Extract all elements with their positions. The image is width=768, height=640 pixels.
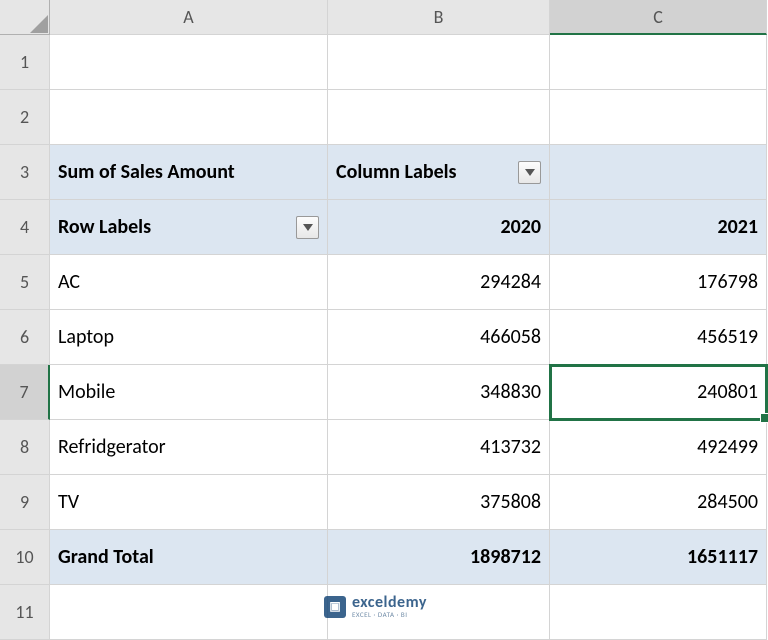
watermark-brand: exceldemy bbox=[352, 595, 427, 611]
cell-B7[interactable]: 348830 bbox=[328, 365, 550, 420]
chevron-down-icon bbox=[303, 224, 313, 231]
row-label-Mobile[interactable]: Mobile bbox=[50, 365, 328, 420]
row-header-10[interactable]: 10 bbox=[0, 530, 50, 585]
grand-total-2021[interactable]: 1651117 bbox=[550, 530, 767, 585]
row-header-6[interactable]: 6 bbox=[0, 310, 50, 365]
cell-C3[interactable] bbox=[550, 145, 767, 200]
col-header-A[interactable]: A bbox=[50, 0, 328, 35]
cell-B9[interactable]: 375808 bbox=[328, 475, 550, 530]
column-labels-dropdown[interactable] bbox=[518, 161, 541, 184]
grand-total-2020[interactable]: 1898712 bbox=[328, 530, 550, 585]
row-header-5[interactable]: 5 bbox=[0, 255, 50, 310]
col-header-C[interactable]: C bbox=[550, 0, 767, 35]
row-labels-text: Row Labels bbox=[58, 215, 290, 239]
cell-C8[interactable]: 492499 bbox=[550, 420, 767, 475]
spreadsheet-grid: A B C 1 2 3 Sum of Sales Amount Column L… bbox=[0, 0, 768, 640]
cell-C7[interactable]: 240801 bbox=[550, 365, 767, 420]
row-header-7[interactable]: 7 bbox=[0, 365, 50, 420]
cell-B2[interactable] bbox=[328, 90, 550, 145]
watermark-tagline: EXCEL · DATA · BI bbox=[352, 611, 427, 618]
cell-B6[interactable]: 466058 bbox=[328, 310, 550, 365]
cell-C9[interactable]: 284500 bbox=[550, 475, 767, 530]
cell-A11[interactable] bbox=[50, 585, 328, 640]
pivot-row-labels[interactable]: Row Labels bbox=[50, 200, 328, 255]
year-2021-header[interactable]: 2021 bbox=[550, 200, 767, 255]
row-header-2[interactable]: 2 bbox=[0, 90, 50, 145]
col-header-B[interactable]: B bbox=[328, 0, 550, 35]
row-header-11[interactable]: 11 bbox=[0, 585, 50, 640]
row-label-AC[interactable]: AC bbox=[50, 255, 328, 310]
pivot-column-labels[interactable]: Column Labels bbox=[328, 145, 550, 200]
row-label-Refridgerator[interactable]: Refridgerator bbox=[50, 420, 328, 475]
cell-A1[interactable] bbox=[50, 35, 328, 90]
row-header-8[interactable]: 8 bbox=[0, 420, 50, 475]
cell-C2[interactable] bbox=[550, 90, 767, 145]
watermark-logo-icon: ▣ bbox=[324, 596, 346, 618]
row-header-3[interactable]: 3 bbox=[0, 145, 50, 200]
cell-B1[interactable] bbox=[328, 35, 550, 90]
watermark: ▣ exceldemy EXCEL · DATA · BI bbox=[324, 595, 427, 618]
row-header-4[interactable]: 4 bbox=[0, 200, 50, 255]
row-header-1[interactable]: 1 bbox=[0, 35, 50, 90]
row-labels-dropdown[interactable] bbox=[296, 216, 319, 239]
row-label-TV[interactable]: TV bbox=[50, 475, 328, 530]
column-labels-text: Column Labels bbox=[336, 160, 512, 184]
cell-C11[interactable] bbox=[550, 585, 767, 640]
row-label-Laptop[interactable]: Laptop bbox=[50, 310, 328, 365]
cell-B5[interactable]: 294284 bbox=[328, 255, 550, 310]
select-all-corner[interactable] bbox=[0, 0, 50, 35]
cell-C5[interactable]: 176798 bbox=[550, 255, 767, 310]
chevron-down-icon bbox=[525, 169, 535, 176]
row-header-9[interactable]: 9 bbox=[0, 475, 50, 530]
year-2020-header[interactable]: 2020 bbox=[328, 200, 550, 255]
cell-C6[interactable]: 456519 bbox=[550, 310, 767, 365]
grand-total-label[interactable]: Grand Total bbox=[50, 530, 328, 585]
pivot-value-field[interactable]: Sum of Sales Amount bbox=[50, 145, 328, 200]
cell-C1[interactable] bbox=[550, 35, 767, 90]
cell-B8[interactable]: 413732 bbox=[328, 420, 550, 475]
cell-A2[interactable] bbox=[50, 90, 328, 145]
